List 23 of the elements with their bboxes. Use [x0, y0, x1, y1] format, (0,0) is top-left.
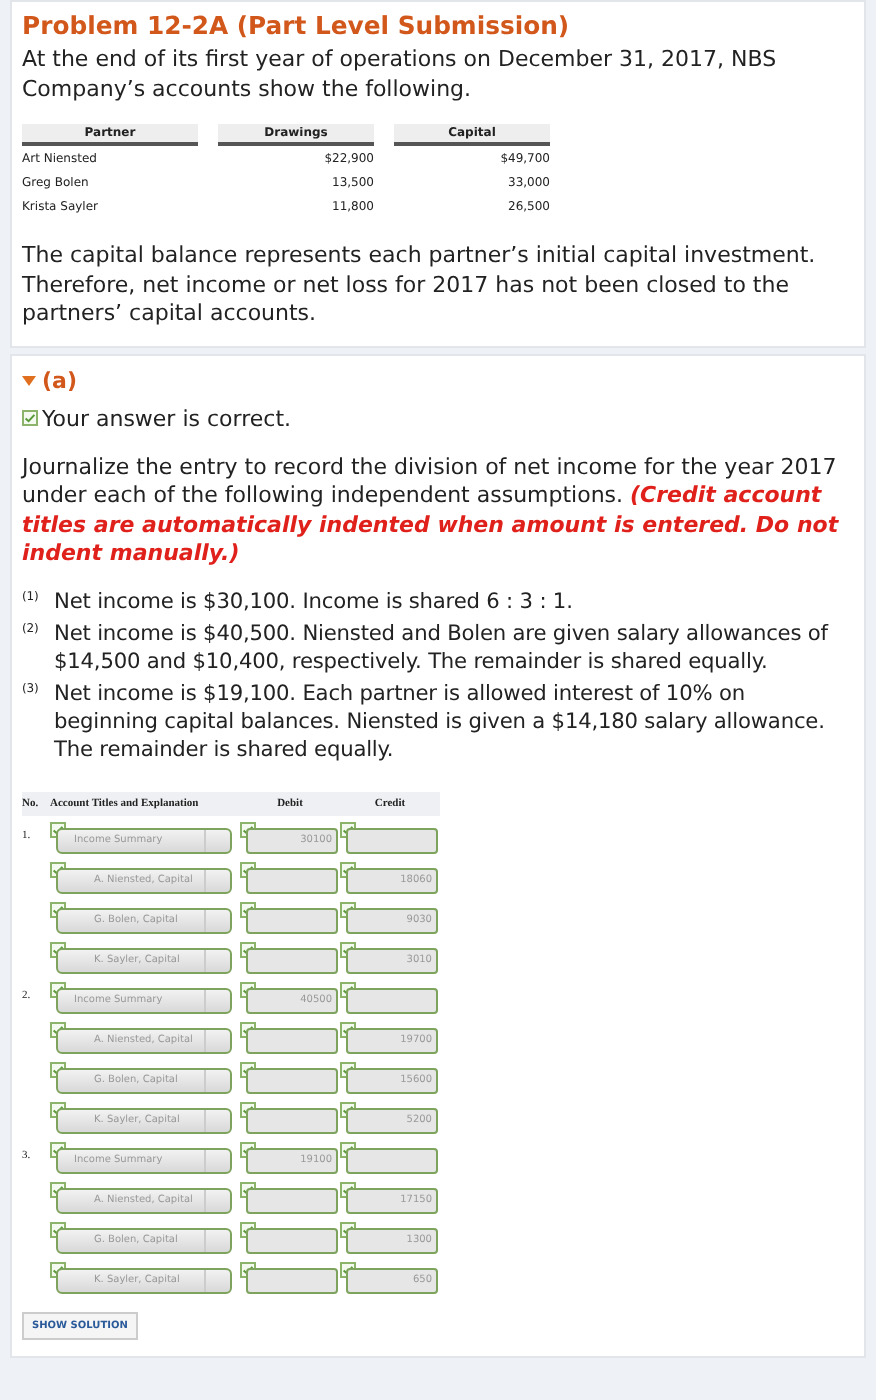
assumption-text: Net income is $40,500. Niensted and Bolen are given salary allowances of $14,500 and $10,400, respectively. The remainder is shared equally.	[54, 619, 831, 675]
debit-field[interactable]	[246, 1027, 338, 1053]
expanded-triangle-icon[interactable]	[22, 375, 36, 385]
instructions-text: Journalize the entry to record the division of net income for the year 2017 under each of the following independent assumptions. (Credit account titles are automatically indented when amount is entered. Do not indent manually.)	[22, 453, 841, 569]
credit-field[interactable]	[346, 987, 438, 1013]
intro-text: At the end of its first year of operations on December 31, 2017, NBS Company’s accounts show the following.	[22, 46, 779, 104]
assumption-text: Net income is $19,100. Each partner is allowed interest of 10% on beginning capital balances. Niensted is given a $14,180 salary allowance. The remainder is shared equally.	[54, 679, 827, 763]
credit-field[interactable]	[346, 1147, 438, 1173]
problem-title: Problem 12-2A (Part Level Submission)	[22, 10, 572, 40]
debit-field[interactable]	[246, 1267, 338, 1293]
part-label[interactable]: (a)	[42, 367, 77, 393]
debit-field[interactable]	[246, 1107, 338, 1133]
debit-field[interactable]	[246, 907, 338, 933]
debit-field[interactable]	[246, 867, 338, 893]
credit-field[interactable]	[346, 827, 438, 853]
debit-field[interactable]	[246, 1187, 338, 1213]
check-icon	[22, 410, 38, 426]
debit-field[interactable]	[246, 947, 338, 973]
debit-field[interactable]	[246, 1227, 338, 1253]
debit-field[interactable]	[246, 1067, 338, 1093]
result-text: Your answer is correct.	[42, 405, 292, 431]
assumption-text: Net income is $30,100. Income is shared 6 : 3 : 1.	[54, 587, 573, 615]
note-text: The capital balance represents each partner’s initial capital investment. Therefore, net income or net loss for 2017 has not been closed to the partners’ capital accounts.	[22, 242, 818, 329]
